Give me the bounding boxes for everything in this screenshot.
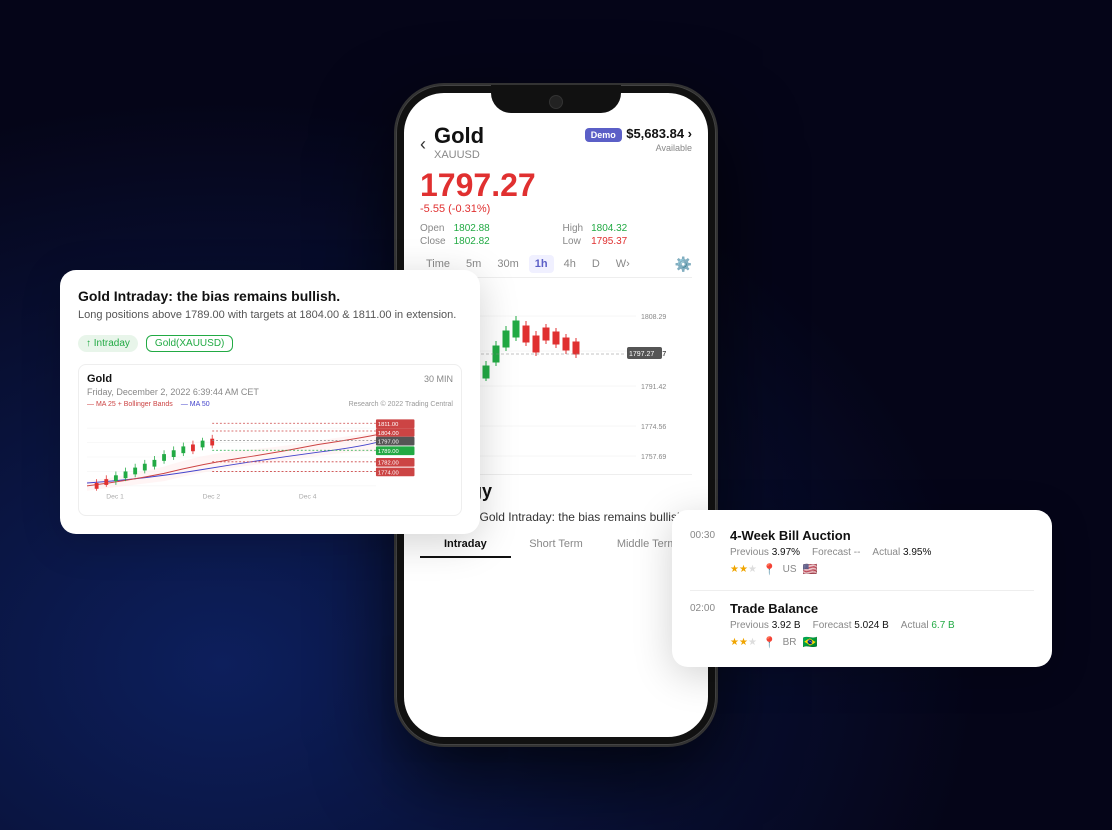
svg-text:Dec 2: Dec 2 [203,494,221,501]
back-button[interactable]: ‹ [420,134,426,155]
analysis-card-title: Gold Intraday: the bias remains bullish. [78,288,462,304]
demo-badge: Demo [585,128,622,142]
pin-icon-2: 📍 [763,636,777,649]
svg-text:1797.27: 1797.27 [629,351,654,358]
strategy-text: Gold Intraday: the bias remains bullish. [480,510,687,524]
account-value[interactable]: $5,683.84 › [626,126,692,141]
price-change: -5.55 (-0.31%) [420,203,692,215]
eco-forecast-1: Forecast -- [812,547,860,558]
mini-chart-svg: 1811.00 1804.00 1797.00 1789.00 1782.00 … [87,412,453,502]
eco-country-2: BR [783,637,797,648]
eco-name-2: Trade Balance [730,601,818,616]
mini-chart-legend: — MA 25 + Bollinger Bands — MA 50 Resear… [87,401,453,408]
instrument-title: Gold [434,125,484,147]
svg-text:1804.00: 1804.00 [378,431,399,437]
open-value: 1802.88 [454,223,555,234]
mini-chart-date: Friday, December 2, 2022 6:39:44 AM CET [87,387,453,397]
eco-stars-1: ★★★ [730,564,757,575]
settings-icon[interactable]: ⚙️ [675,256,692,273]
svg-text:Dec 4: Dec 4 [299,494,317,501]
analysis-card: Gold Intraday: the bias remains bullish.… [60,270,480,534]
screen-header: ‹ Gold XAUUSD Demo $5,683.84 › Available [420,125,692,161]
svg-text:1789.00: 1789.00 [378,450,399,456]
intraday-badge[interactable]: ↑ Intraday [78,335,138,352]
svg-text:1791.42: 1791.42 [641,384,666,391]
svg-text:1774.56: 1774.56 [641,424,666,431]
svg-text:Dec 1: Dec 1 [106,494,124,501]
mini-chart: Gold 30 MIN Friday, December 2, 2022 6:3… [78,364,462,516]
high-value: 1804.32 [591,223,692,234]
separator [690,590,1034,591]
high-label: High [563,223,584,234]
eco-stars-2: ★★★ [730,637,757,648]
analysis-card-desc: Long positions above 1789.00 with target… [78,308,462,323]
svg-text:1757.69: 1757.69 [641,454,666,461]
available-label: Available [656,143,692,153]
svg-text:1782.00: 1782.00 [378,461,399,467]
low-label: Low [563,236,584,247]
eco-previous-1: Previous 3.97% [730,547,800,558]
close-value: 1802.82 [454,236,555,247]
eco-time-1: 00:30 [690,530,722,541]
eco-time-2: 02:00 [690,603,722,614]
strategy-tabs: Intraday Short Term Middle Term [420,532,692,558]
economic-card: 00:30 4-Week Bill Auction Previous 3.97%… [672,510,1052,667]
eco-name-1: 4-Week Bill Auction [730,528,851,543]
tab-w[interactable]: W› [610,255,636,273]
eco-actual-2: Actual 6.7 B [901,620,955,631]
eco-event-1: 00:30 4-Week Bill Auction Previous 3.97%… [690,528,1034,576]
eco-flag-2: 🇧🇷 [803,635,818,649]
instrument-subtitle: XAUUSD [434,149,484,161]
eco-forecast-2: Forecast 5.024 B [813,620,889,631]
eco-actual-1: Actual 3.95% [872,547,931,558]
mini-chart-timeframe: 30 MIN [424,374,453,384]
tab-d[interactable]: D [586,255,606,273]
open-label: Open [420,223,446,234]
svg-text:1797.00: 1797.00 [378,440,399,446]
eco-previous-2: Previous 3.92 B [730,620,801,631]
pin-icon-1: 📍 [763,563,777,576]
eco-event-2: 02:00 Trade Balance Previous 3.92 B Fore… [690,601,1034,649]
eco-country-1: US [783,564,797,575]
close-label: Close [420,236,446,247]
svg-text:1811.00: 1811.00 [378,423,398,429]
symbol-badge[interactable]: Gold(XAUUSD) [146,335,233,352]
tab-short-term[interactable]: Short Term [511,532,602,558]
mini-chart-symbol: Gold [87,373,112,385]
low-value: 1795.37 [591,236,692,247]
tab-4h[interactable]: 4h [558,255,582,273]
tab-30m[interactable]: 30m [491,255,524,273]
price-main: 1797.27 [420,169,692,201]
svg-text:1808.29: 1808.29 [641,314,666,321]
tab-intraday[interactable]: Intraday [420,532,511,558]
analysis-card-badges: ↑ Intraday Gold(XAUUSD) [78,335,462,352]
eco-flag-1: 🇺🇸 [803,562,818,576]
price-stats: Open 1802.88 High 1804.32 Close 1802.82 … [420,223,692,247]
svg-text:1774.00: 1774.00 [378,471,399,477]
phone-notch [491,85,621,113]
tab-1h[interactable]: 1h [529,255,554,273]
